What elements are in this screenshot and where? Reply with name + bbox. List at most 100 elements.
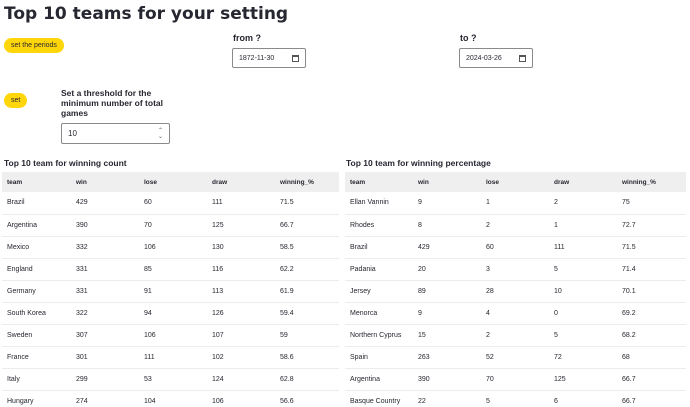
chevron-down-icon[interactable]: ⌄ (158, 134, 163, 140)
table-cell: 72.7 (617, 214, 686, 237)
table-cell: 70 (481, 368, 549, 391)
table-cell: 390 (413, 368, 481, 391)
table-cell: Germany (2, 280, 71, 303)
to-label: to ? (460, 33, 477, 43)
threshold-label: Set a threshold for the minimum number o… (61, 88, 163, 118)
table-cell: 106 (207, 390, 275, 407)
table-cell: 4 (481, 302, 549, 325)
table-cell: 8 (413, 214, 481, 237)
table-cell: 28 (481, 280, 549, 303)
table-cell: 62.2 (275, 258, 339, 281)
table-row: Italy 299 53 124 62.8 (2, 368, 339, 391)
table-cell: 307 (71, 324, 139, 347)
table-row: England 331 85 116 62.2 (2, 258, 339, 281)
winning-count-table: team win lose draw winning_% Brazil 429 60 111 7… (2, 172, 339, 407)
table-cell: 52 (481, 346, 549, 369)
table-cell: 301 (71, 346, 139, 369)
table-row: Brazil 429 60 111 71.5 (2, 192, 339, 215)
column-header: lose (139, 172, 207, 192)
table-cell: Northern Cyprus (345, 324, 413, 347)
table-cell: 66.7 (617, 390, 686, 407)
table-cell: 72 (549, 346, 617, 369)
table-cell: 106 (139, 324, 207, 347)
table-cell: 111 (549, 236, 617, 259)
table-cell: 71.5 (617, 236, 686, 259)
table-header-row: team win lose draw winning_% (345, 172, 686, 192)
table-cell: 62.8 (275, 368, 339, 391)
table-cell: 331 (71, 280, 139, 303)
table-cell: 9 (413, 302, 481, 325)
table-cell: 15 (413, 324, 481, 347)
table-cell: 9 (413, 192, 481, 215)
table-cell: Italy (2, 368, 71, 391)
table-cell: 299 (71, 368, 139, 391)
table-row: Brazil 429 60 111 71.5 (345, 236, 686, 259)
table-cell: 66.7 (617, 368, 686, 391)
table-cell: 429 (413, 236, 481, 259)
winning-percentage-table: team win lose draw winning_% Ellan Vannin 9 1 2… (345, 172, 686, 407)
table-cell: 125 (207, 214, 275, 237)
table-cell: Ellan Vannin (345, 192, 413, 215)
table-cell: 94 (139, 302, 207, 325)
table-cell: 429 (71, 192, 139, 215)
table-cell: 125 (549, 368, 617, 391)
table-cell: 60 (139, 192, 207, 215)
page-title: Top 10 teams for your setting (4, 4, 289, 24)
table-cell: 60 (481, 236, 549, 259)
table-cell: Spain (345, 346, 413, 369)
column-header: draw (549, 172, 617, 192)
table-cell: 2 (481, 324, 549, 347)
column-header: team (345, 172, 413, 192)
table-cell: 107 (207, 324, 275, 347)
table-row: Germany 331 91 113 61.9 (2, 280, 339, 303)
to-date-value: 2024-03-26 (466, 54, 502, 62)
table-cell: 111 (139, 346, 207, 369)
table-cell: Brazil (2, 192, 71, 215)
column-header: winning_% (617, 172, 686, 192)
threshold-value: 10 (68, 129, 77, 138)
table-cell: 126 (207, 302, 275, 325)
winning-count-title: Top 10 team for winning count (4, 158, 127, 168)
table-cell: Basque Country (345, 390, 413, 407)
table-cell: 10 (549, 280, 617, 303)
table-cell: 124 (207, 368, 275, 391)
table-cell: 20 (413, 258, 481, 281)
table-header-row: team win lose draw winning_% (2, 172, 339, 192)
table-cell: 68 (617, 346, 686, 369)
set-periods-button[interactable]: set the periods (4, 38, 64, 53)
stepper-icon[interactable]: ⌃ ⌄ (158, 128, 163, 140)
from-date-input[interactable]: 1872-11-30 (232, 48, 306, 68)
calendar-icon (292, 54, 299, 62)
table-cell: 5 (549, 324, 617, 347)
table-cell: 85 (139, 258, 207, 281)
table-row: Mexico 332 106 130 58.5 (2, 236, 339, 259)
table-row: Ellan Vannin 9 1 2 75 (345, 192, 686, 215)
table-cell: 70 (139, 214, 207, 237)
table-row: Argentina 390 70 125 66.7 (2, 214, 339, 237)
table-cell: 71.4 (617, 258, 686, 281)
column-header: draw (207, 172, 275, 192)
table-cell: 59 (275, 324, 339, 347)
table-cell: Rhodes (345, 214, 413, 237)
table-cell: 113 (207, 280, 275, 303)
table-cell: 1 (481, 192, 549, 215)
set-threshold-button[interactable]: set (4, 93, 28, 108)
calendar-icon (519, 54, 526, 62)
table-cell: 111 (207, 192, 275, 215)
table-cell: Argentina (345, 368, 413, 391)
from-date-value: 1872-11-30 (239, 54, 275, 62)
table-row: Rhodes 8 2 1 72.7 (345, 214, 686, 237)
table-cell: 6 (549, 390, 617, 407)
table-cell: England (2, 258, 71, 281)
table-row: France 301 111 102 58.6 (2, 346, 339, 369)
threshold-number-input[interactable]: 10 ⌃ ⌄ (61, 123, 170, 144)
to-date-input[interactable]: 2024-03-26 (459, 48, 533, 68)
table-row: Argentina 390 70 125 66.7 (345, 368, 686, 391)
table-cell: France (2, 346, 71, 369)
table-cell: 59.4 (275, 302, 339, 325)
table-cell: 75 (617, 192, 686, 215)
table-cell: 56.6 (275, 390, 339, 407)
column-header: lose (481, 172, 549, 192)
table-cell: Argentina (2, 214, 71, 237)
table-cell: 5 (481, 390, 549, 407)
